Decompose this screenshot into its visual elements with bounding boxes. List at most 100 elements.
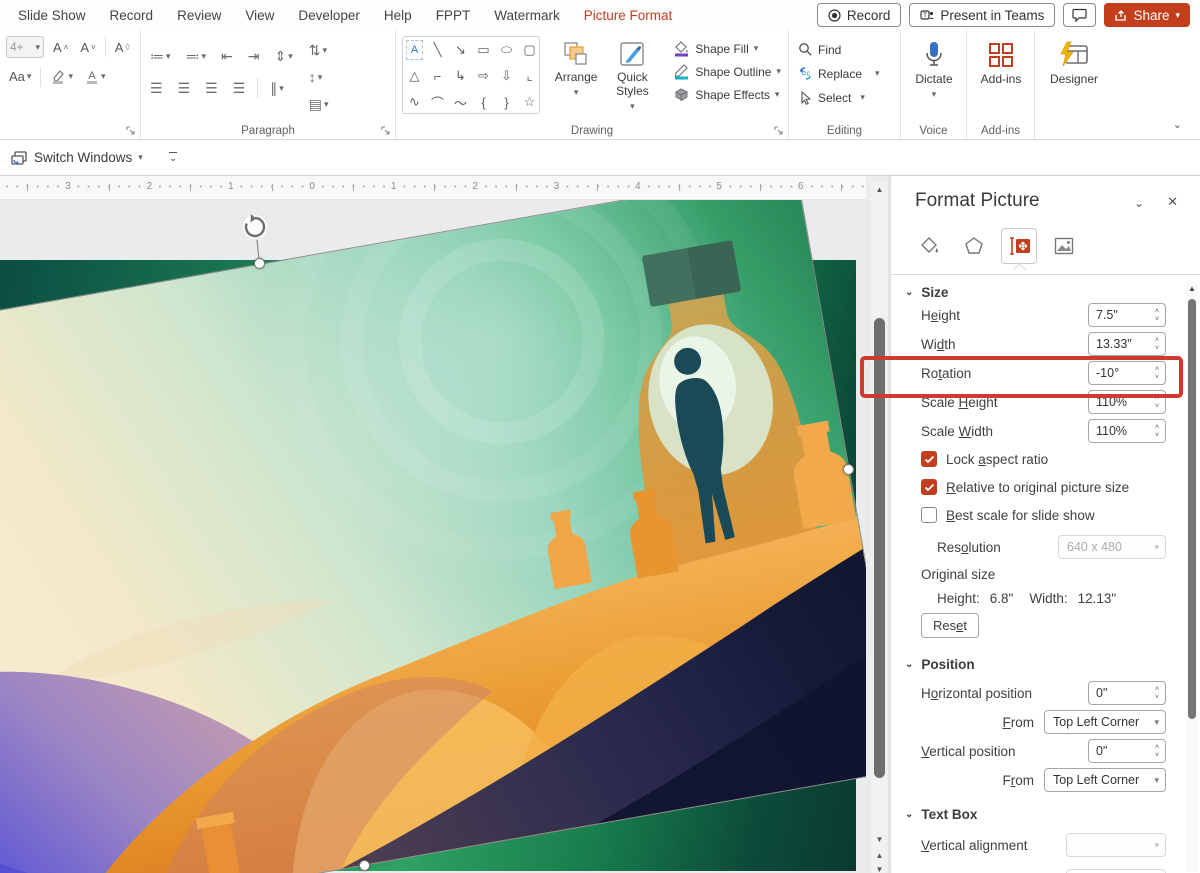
shape-triangle-icon[interactable]: △ [403,63,426,89]
shape-right-arrow-icon[interactable]: ⇨ [472,63,495,89]
dictate-button[interactable]: Dictate ▾ [907,36,961,103]
shape-gallery[interactable]: A╲↘▭⬭▢△⌐↳⇨⇩⌞∿⌒〜{}☆ ▲ ▼ ▼ [402,36,540,114]
shape-effects-button[interactable]: Shape Effects ▾ [670,84,784,105]
height-spinner-spin-buttons[interactable]: ˄ ˅ [1149,308,1165,323]
align-left-button[interactable]: ☰ [147,78,166,98]
shape-rectangle-icon[interactable]: ▭ [472,37,495,63]
size-section-header[interactable]: ⌄ Size [905,285,948,300]
decrease-font-size-button[interactable]: A ˅ [77,37,98,58]
next-slide-button[interactable]: ▼ [871,862,888,873]
addins-button[interactable]: Add-ins [973,36,1029,91]
width-spinner-spin-buttons[interactable]: ˄ ˅ [1149,337,1165,352]
numbering-button[interactable]: ≕ ▾ [183,46,210,66]
rotation-spinner[interactable]: -10° ˄ ˅ [1088,361,1166,385]
toolbar-overflow-chevron[interactable]: ⌄ [168,151,178,164]
change-case-button[interactable]: Aa ▾ [6,66,34,87]
shape-l-shape-icon[interactable]: ⌞ [518,63,539,89]
relative-to-original-picture-size-checkbox[interactable] [921,479,937,495]
scroll-down-arrow[interactable]: ▼ [871,832,888,847]
menu-tab-watermark[interactable]: Watermark [482,3,572,28]
rotation-spinner-spin-buttons[interactable]: ˄ ˅ [1149,366,1165,381]
arrange-button[interactable]: Arrange ▾ [548,36,605,101]
position-section-header[interactable]: ⌄ Position [905,657,975,672]
shape-left-brace-icon[interactable]: { [472,89,495,113]
panel-close-icon[interactable]: ✕ [1167,194,1178,210]
shape-arc-icon[interactable]: ⌒ [426,89,449,113]
shape-rounded-rectangle-icon[interactable]: ▢ [518,37,539,63]
width-spinner[interactable]: 13.33" ˄ ˅ [1088,332,1166,356]
select-button[interactable]: Select ▾ [795,88,883,107]
vertical-position-spinner[interactable]: 0" ˄ ˅ [1088,739,1166,763]
switch-windows-button[interactable]: Switch Windows [34,150,132,165]
scale-height-spinner-spin-buttons[interactable]: ˄ ˅ [1149,395,1165,410]
menu-tab-picture-format[interactable]: Picture Format [572,3,685,28]
panel-scrollbar[interactable]: ▲ [1186,281,1198,871]
text-highlight-color-button[interactable]: ▾ [47,66,76,87]
align-text-button[interactable]: ↕ ▾ [306,67,332,87]
shape-curve-icon[interactable]: 〜 [449,89,472,113]
from-dropdown-1[interactable]: Top Left Corner ▾ [1044,710,1166,734]
line-spacing-button[interactable]: ⇕ ▾ [272,46,296,66]
shape-line-icon[interactable]: ╲ [426,37,449,63]
increase-font-size-button[interactable]: A ˄ [50,37,71,58]
shape-elbow-connector-icon[interactable]: ⌐ [426,63,449,89]
scale-width-spinner[interactable]: 110% ˄ ˅ [1088,419,1166,443]
panel-tab-size-properties[interactable] [1001,228,1037,264]
font-color-button[interactable]: A ▾ [82,66,109,87]
font-size-combobox[interactable]: 4+ ▾ [6,36,44,58]
shape-scribble-icon[interactable]: ∿ [403,89,426,113]
panel-tab-effects[interactable] [956,228,992,264]
bullets-button[interactable]: ≔ ▾ [147,46,174,66]
menu-tab-record[interactable]: Record [98,3,166,28]
reset-button[interactable]: Res e t [921,613,979,638]
panel-collapse-chevron[interactable]: ⌄ [1134,196,1144,210]
shape-elbow-arrow-connector-icon[interactable]: ↳ [449,63,472,89]
shape-oval-icon[interactable]: ⬭ [495,37,518,63]
selection-handle-top[interactable] [254,258,265,269]
canvas-scrollbar-thumb[interactable] [874,318,885,778]
find-button[interactable]: Find [795,40,883,59]
textbox-section-header[interactable]: ⌄ Text Box [905,807,977,822]
menu-tab-help[interactable]: Help [372,3,424,28]
slide-canvas[interactable] [0,200,866,873]
record-button[interactable]: Record [816,3,902,27]
share-button[interactable]: Share ▾ [1104,3,1190,27]
text-direction-button[interactable]: ⇅ ▾ [306,40,332,60]
shape-text-box-icon[interactable]: A [406,40,423,60]
drawing-dialog-launcher[interactable] [773,125,784,136]
present-in-teams-button[interactable]: T Present in Teams [909,3,1056,27]
scale-height-spinner[interactable]: 110% ˄ ˅ [1088,390,1166,414]
replace-button[interactable]: bc Replace ▾ [795,64,883,83]
shape-outline-button[interactable]: Shape Outline ▾ [670,61,784,82]
panel-tab-picture[interactable] [1046,228,1082,264]
scale-width-spinner-spin-buttons[interactable]: ˄ ˅ [1149,424,1165,439]
from-dropdown-3[interactable]: Top Left Corner ▾ [1044,768,1166,792]
selection-handle-bottom[interactable] [359,860,370,871]
shape-fill-button[interactable]: Shape Fill ▾ [670,38,784,59]
font-dialog-launcher[interactable] [125,125,136,136]
comments-button[interactable] [1063,3,1097,27]
menu-tab-slide-show[interactable]: Slide Show [6,3,98,28]
shape-arrow-icon[interactable]: ↘ [449,37,472,63]
lock-aspect-ratio-checkbox[interactable] [921,451,937,467]
horizontal-position-spinner[interactable]: 0" ˄ ˅ [1088,681,1166,705]
canvas-vertical-scrollbar[interactable]: ▲ ▼ ▲ ▼ [871,182,888,873]
increase-indent-button[interactable]: ⇥ [245,46,263,66]
selected-picture[interactable] [0,200,866,873]
scroll-up-arrow[interactable]: ▲ [871,182,888,197]
align-right-button[interactable]: ☰ [202,78,221,98]
align-center-button[interactable]: ☰ [175,78,194,98]
shape-right-brace-icon[interactable]: } [495,89,518,113]
menu-tab-fppt[interactable]: FPPT [424,3,483,28]
convert-to-smartart-button[interactable]: ▤ ▾ [306,94,332,114]
paragraph-dialog-launcher[interactable] [380,125,391,136]
shape-down-arrow-icon[interactable]: ⇩ [495,63,518,89]
decrease-indent-button[interactable]: ⇤ [218,46,236,66]
clear-formatting-button[interactable]: A ◊ [112,37,133,58]
selection-handle-right[interactable] [843,464,854,475]
shape-star-icon[interactable]: ☆ [518,89,539,113]
horizontal-position-spinner-spin-buttons[interactable]: ˄ ˅ [1149,686,1165,701]
vertical-position-spinner-spin-buttons[interactable]: ˄ ˅ [1149,744,1165,759]
justify-button[interactable]: ☰ [230,78,249,98]
best-scale-for-slide-show-checkbox[interactable] [921,507,937,523]
